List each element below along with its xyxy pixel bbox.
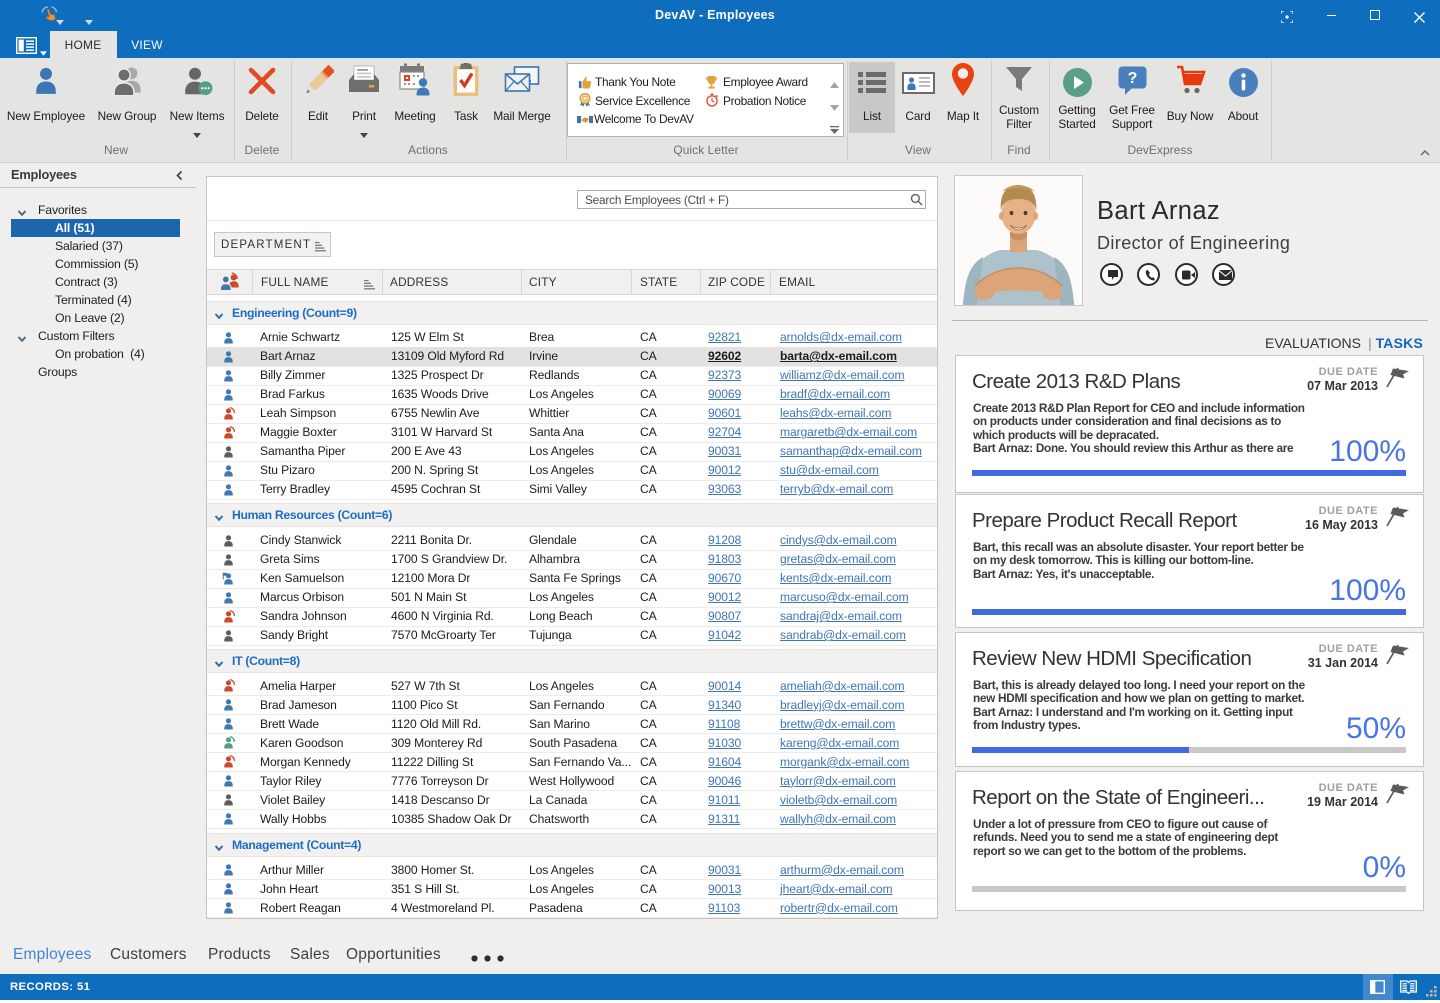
svg-text:?: ? — [1127, 70, 1137, 87]
